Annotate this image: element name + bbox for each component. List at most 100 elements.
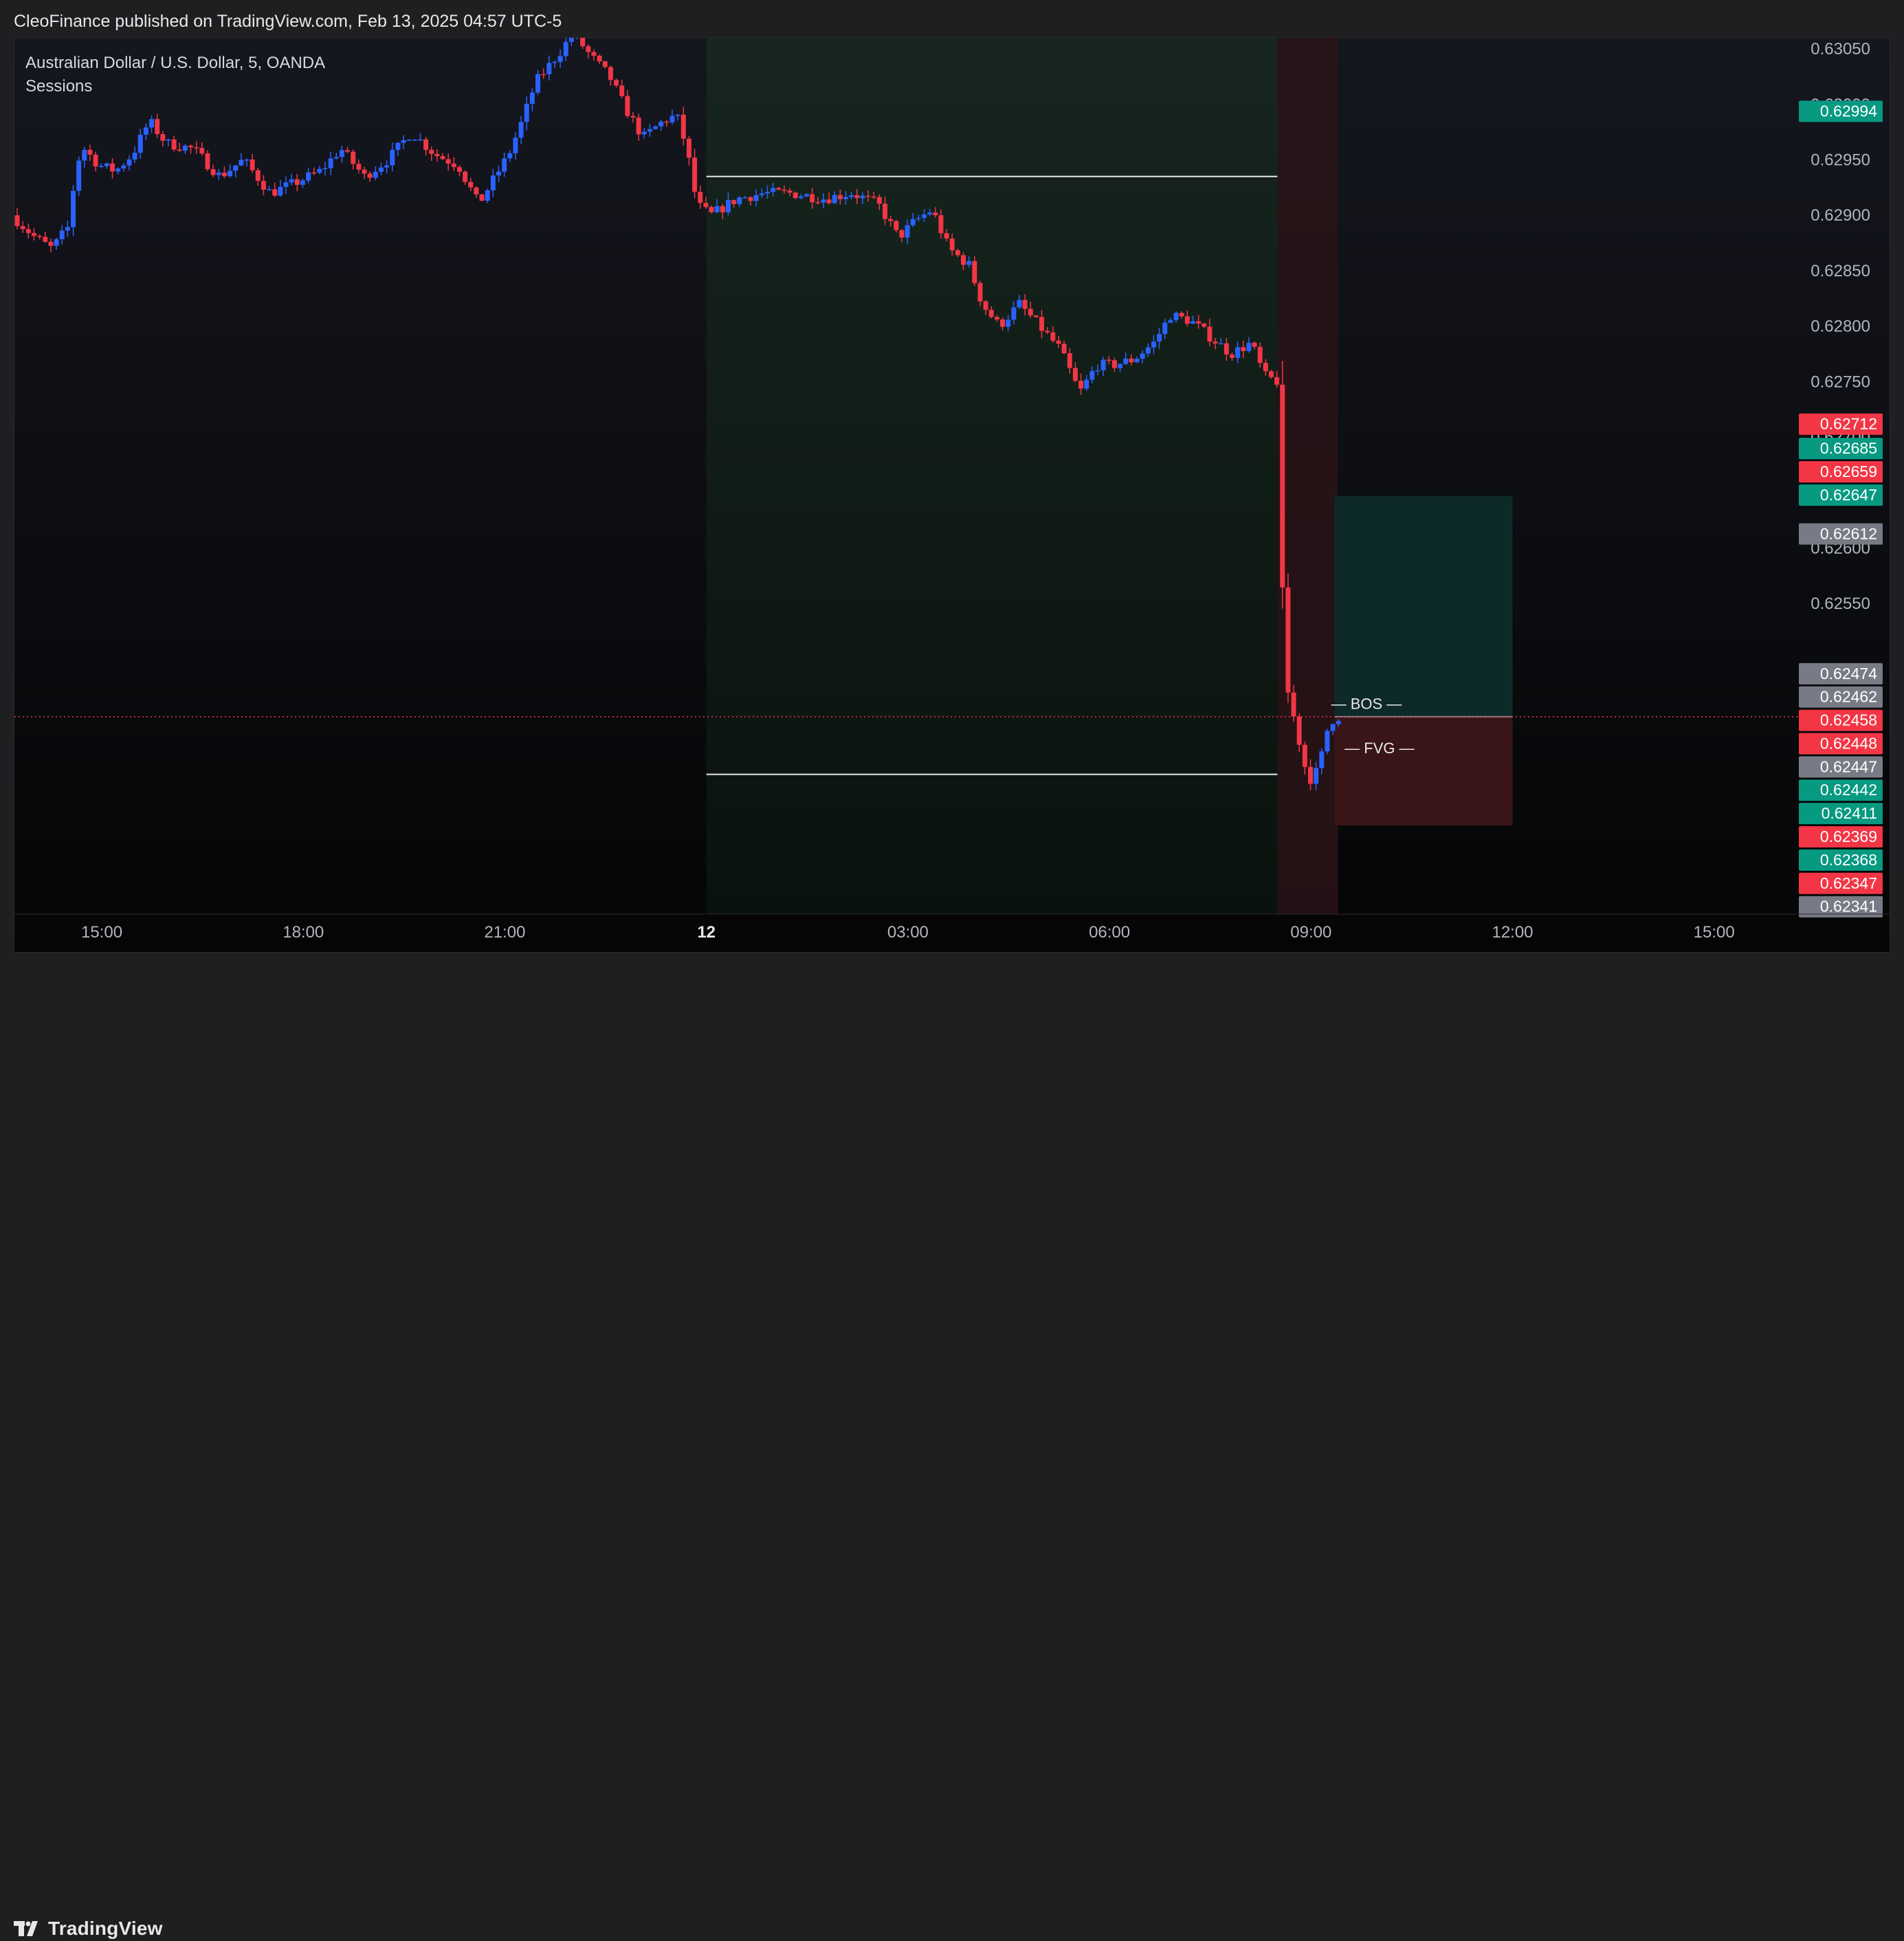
candle-body [568,38,574,42]
candle-body [1268,371,1274,377]
y-tick-label: 0.62800 [1811,318,1870,336]
tradingview-logo[interactable]: TradingView [14,1916,163,1941]
candle-body [1246,342,1252,351]
candle-body [787,190,793,193]
candle-body [933,212,938,216]
candle-body [479,194,485,201]
candle-body [177,149,182,151]
candle-body [541,74,546,76]
take-profit-zone [1334,496,1513,717]
candle-body [1056,340,1061,344]
candle-body [518,122,524,138]
price-label: 0.62712 [1820,415,1877,433]
candle-body [194,147,199,148]
candle-body [686,138,691,158]
candle-body [1207,326,1213,342]
candle-body [137,135,143,153]
candle-body [1184,316,1190,324]
candle-body [698,192,703,203]
y-tick-label: 0.62550 [1811,595,1870,613]
x-tick-label: 12 [697,923,716,942]
candle-body [43,236,48,242]
candle-body [283,182,289,187]
candle-body [468,181,474,188]
candle-body [1336,720,1341,724]
price-label: 0.62462 [1820,688,1877,706]
candle-body [474,187,479,195]
candle-body [888,219,894,221]
y-tick-label: 0.62850 [1811,262,1870,280]
candle-body [171,139,177,150]
candle-body [507,153,513,159]
price-chart[interactable]: — BOS —— FVG — 0.630500.630000.629500.62… [14,38,1890,952]
candle-body [362,169,367,174]
candle-body [1067,353,1072,368]
candle-body [876,197,882,204]
candle-body [737,197,742,204]
candle-body [804,194,809,197]
candle-body [1280,384,1285,588]
candle-body [65,227,70,231]
candle-body [1061,344,1067,353]
candle-body [1274,377,1280,385]
candle-body [692,157,698,192]
candle-body [32,233,37,236]
candle-body [658,121,664,126]
candle-body [647,129,652,132]
candle-body [1145,347,1151,354]
candle-body [210,169,216,175]
price-label: 0.62685 [1820,439,1877,457]
candle-body [899,230,905,238]
candle-body [333,157,339,159]
candle-body [306,172,311,181]
candle-body [821,199,826,203]
candle-body [317,168,322,173]
candle-body [591,52,597,56]
candle-body [367,173,373,178]
candle-body [188,145,194,148]
candle-body [709,207,714,212]
candle-body [149,119,155,128]
candle-body [753,195,759,201]
price-label: 0.62659 [1820,463,1877,480]
candle-body [216,173,221,175]
candle-body [1106,359,1111,361]
candle-body [905,225,910,238]
candle-body [54,239,59,246]
candle-body [351,151,356,164]
candle-body [1307,766,1313,784]
candle-body [961,255,966,265]
price-label: 0.62994 [1820,102,1877,120]
candle-body [485,190,490,201]
price-label: 0.62341 [1820,898,1877,916]
candle-body [1162,322,1168,334]
candle-body [272,189,278,196]
candle-body [843,197,848,199]
candle-body [300,180,305,185]
candle-body [557,56,563,62]
candle-body [1291,692,1296,717]
candle-body [552,61,557,63]
x-tick-label: 21:00 [484,923,525,942]
candle-body [1229,354,1235,358]
session-asia [706,38,1278,914]
candle-body [602,61,608,67]
candle-body [1089,370,1095,380]
chart-panel[interactable]: — BOS —— FVG — 0.630500.630000.629500.62… [14,37,1890,953]
candle-body [250,159,255,170]
stop-loss-zone [1334,716,1513,825]
candle-body [311,172,317,174]
candle-body [228,170,233,177]
candle-body [563,41,568,56]
y-tick-label: 0.62950 [1811,151,1870,170]
candle-body [1302,744,1307,767]
candle-body [1252,342,1257,347]
candle-body [782,190,787,191]
candle-body [71,190,76,228]
candle-body [1011,307,1017,320]
candle-body [378,167,384,173]
candle-body [586,46,591,52]
candle-body [1028,309,1033,315]
candle-body [48,241,54,246]
candle-body [630,115,636,118]
